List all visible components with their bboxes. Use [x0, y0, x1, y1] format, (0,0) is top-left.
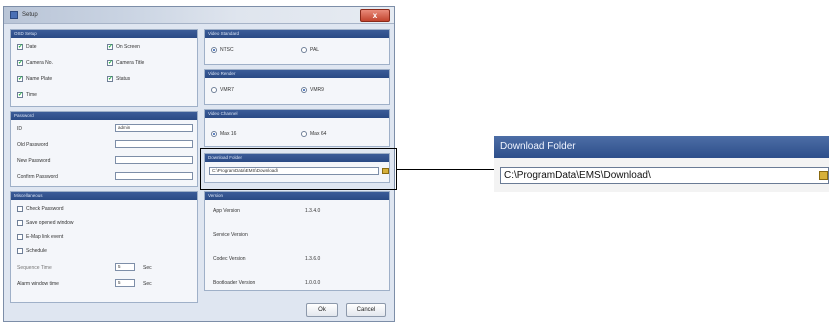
emap-link-event-checkbox[interactable]: E-Map link event [17, 234, 63, 240]
zoomed-path-text: C:\ProgramData\EMS\Download\ [504, 170, 651, 181]
id-input[interactable]: admin [115, 124, 193, 132]
checkbox-icon [17, 248, 23, 254]
radio-label: Max 16 [220, 131, 237, 137]
connector-line [397, 169, 494, 170]
checkbox-label: On Screen [116, 44, 140, 50]
zoomed-download-folder: Download Folder C:\ProgramData\EMS\Downl… [494, 136, 829, 192]
radio-icon [211, 87, 217, 93]
checkbox-label: Name Plate [26, 76, 53, 82]
save-opened-window-checkbox[interactable]: Save opened window [17, 220, 74, 226]
osd-on-screen-checkbox[interactable]: ✓ On Screen [107, 44, 140, 50]
cancel-button[interactable]: Cancel [346, 303, 386, 317]
password-title: Password [11, 112, 197, 120]
osd-status-checkbox[interactable]: ✓ Status [107, 76, 130, 82]
checkbox-label: Status [116, 76, 131, 82]
codec-version-label: Codec Version [213, 256, 246, 262]
check-icon: ✓ [17, 76, 24, 82]
video-channel-panel: Video Channel Max 16 Max 64 [204, 109, 390, 147]
radio-label: VMR7 [220, 87, 234, 93]
ok-button[interactable]: Ok [306, 303, 338, 317]
zoomed-download-folder-title: Download Folder [494, 136, 829, 158]
checkbox-label: Check Password [26, 206, 64, 212]
checkbox-label: Save opened window [26, 220, 74, 226]
new-password-input[interactable] [115, 156, 193, 164]
folder-icon[interactable] [819, 171, 828, 180]
video-standard-title: Video Standard [205, 30, 389, 38]
app-icon [10, 11, 18, 19]
radio-label: NTSC [220, 47, 234, 53]
window-title: Setup [22, 12, 38, 18]
sequence-time-label: Sequence Time [17, 265, 52, 271]
highlight-box [200, 148, 397, 190]
codec-version-value: 1.3.6.0 [305, 256, 321, 262]
sequence-time-unit: Sec [143, 265, 152, 271]
check-icon: ✓ [107, 44, 114, 50]
check-icon: ✓ [17, 44, 24, 50]
osd-setup-panel: OSD Setup ✓ Date ✓ On Screen ✓ Camera No. ✓… [10, 29, 198, 107]
check-password-checkbox[interactable]: Check Password [17, 206, 64, 212]
max64-radio[interactable]: Max 64 [301, 131, 326, 137]
checkbox-label: E-Map link event [26, 234, 64, 240]
alarm-window-time-unit: Sec [143, 281, 152, 287]
old-password-label: Old Password [17, 142, 49, 148]
service-version-label: Service Version [213, 232, 248, 238]
osd-time-checkbox[interactable]: ✓ Time [17, 92, 37, 98]
ntsc-radio[interactable]: NTSC [211, 47, 234, 53]
sequence-time-input[interactable]: 5 [115, 263, 135, 271]
new-password-label: New Password [17, 158, 51, 164]
id-label: ID [17, 126, 22, 132]
confirm-password-input[interactable] [115, 172, 193, 180]
osd-setup-title: OSD Setup [11, 30, 197, 38]
old-password-input[interactable] [115, 140, 193, 148]
radio-label: Max 64 [310, 131, 327, 137]
version-title: Version [205, 192, 389, 200]
osd-name-plate-checkbox[interactable]: ✓ Name Plate [17, 76, 52, 82]
radio-icon [301, 131, 307, 137]
checkbox-icon [17, 234, 23, 240]
confirm-password-label: Confirm Password [17, 174, 58, 180]
miscellaneous-panel: Miscellaneous Check Password Save opened… [10, 191, 198, 303]
radio-label: VMR9 [310, 87, 324, 93]
bootloader-version-value: 1.0.0.0 [305, 280, 321, 286]
checkbox-icon [17, 206, 23, 212]
video-render-title: Video Render [205, 70, 389, 78]
checkbox-label: Camera Title [116, 60, 145, 66]
video-channel-title: Video Channel [205, 110, 389, 118]
osd-camera-title-checkbox[interactable]: ✓ Camera Title [107, 60, 144, 66]
max16-radio[interactable]: Max 16 [211, 131, 236, 137]
close-button[interactable]: x [360, 9, 390, 22]
vmr9-radio[interactable]: VMR9 [301, 87, 324, 93]
alarm-window-time-label: Alarm window time [17, 281, 59, 287]
video-render-panel: Video Render VMR7 VMR9 [204, 69, 390, 105]
check-icon: ✓ [107, 76, 114, 82]
vmr7-radio[interactable]: VMR7 [211, 87, 234, 93]
osd-camera-no-checkbox[interactable]: ✓ Camera No. [17, 60, 53, 66]
alarm-window-time-input[interactable]: 5 [115, 279, 135, 287]
pal-radio[interactable]: PAL [301, 47, 319, 53]
radio-label: PAL [310, 47, 320, 53]
radio-selected-icon [301, 87, 307, 93]
checkbox-label: Date [26, 44, 37, 50]
check-icon: ✓ [107, 60, 114, 66]
radio-selected-icon [211, 47, 217, 53]
check-icon: ✓ [17, 60, 24, 66]
title-bar[interactable]: Setup x [4, 7, 394, 24]
checkbox-label: Time [26, 92, 37, 98]
radio-selected-icon [211, 131, 217, 137]
checkbox-icon [17, 220, 23, 226]
radio-icon [301, 47, 307, 53]
bootloader-version-label: Bootloader Version [213, 280, 256, 286]
password-panel: Password ID admin Old Password New Passw… [10, 111, 198, 187]
checkbox-label: Camera No. [26, 60, 53, 66]
check-icon: ✓ [17, 92, 24, 98]
version-panel: Version App Version 1.3.4.0 Service Vers… [204, 191, 390, 291]
miscellaneous-title: Miscellaneous [11, 192, 197, 200]
schedule-checkbox[interactable]: Schedule [17, 248, 47, 254]
checkbox-label: Schedule [26, 248, 47, 254]
osd-date-checkbox[interactable]: ✓ Date [17, 44, 37, 50]
video-standard-panel: Video Standard NTSC PAL [204, 29, 390, 65]
app-version-value: 1.3.4.0 [305, 208, 321, 214]
app-version-label: App Version [213, 208, 240, 214]
zoomed-download-folder-input[interactable]: C:\ProgramData\EMS\Download\ [500, 167, 829, 184]
